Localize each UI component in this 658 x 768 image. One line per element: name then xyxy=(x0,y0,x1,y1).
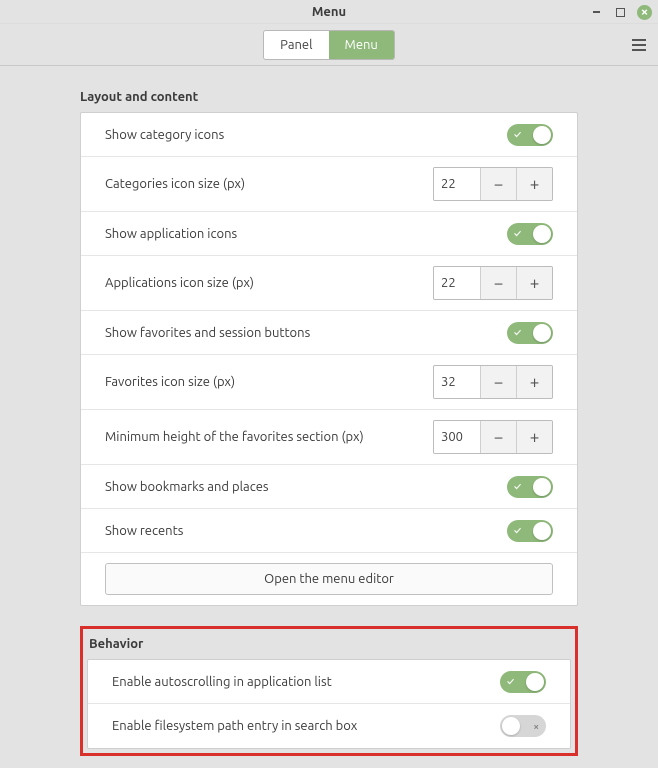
label-filesystem-path: Enable filesystem path entry in search b… xyxy=(112,719,357,733)
increment-button[interactable]: + xyxy=(516,421,552,453)
row-favorites-icon-size: Favorites icon size (px) − + xyxy=(81,355,577,410)
increment-button[interactable]: + xyxy=(516,168,552,200)
decrement-button[interactable]: − xyxy=(480,366,516,398)
layout-heading: Layout and content xyxy=(80,90,578,104)
minimize-button[interactable] xyxy=(589,5,603,19)
titlebar: Menu xyxy=(0,0,658,24)
window-title: Menu xyxy=(312,5,346,19)
row-show-bookmarks: Show bookmarks and places ✓ xyxy=(81,465,577,509)
label-favorites-icon-size: Favorites icon size (px) xyxy=(105,375,235,389)
toggle-autoscrolling[interactable]: ✓ xyxy=(500,671,546,693)
content: Layout and content Show category icons ✓… xyxy=(0,66,658,768)
label-show-category-icons: Show category icons xyxy=(105,128,224,142)
toggle-filesystem-path[interactable]: × xyxy=(500,715,546,737)
spinner-min-height-favorites: − + xyxy=(433,420,553,454)
toggle-show-recents[interactable]: ✓ xyxy=(507,520,553,542)
check-icon: ✓ xyxy=(514,525,521,536)
toggle-show-application-icons[interactable]: ✓ xyxy=(507,223,553,245)
spinner-favorites-icon-size: − + xyxy=(433,365,553,399)
row-show-application-icons: Show application icons ✓ xyxy=(81,212,577,256)
decrement-button[interactable]: − xyxy=(480,421,516,453)
open-menu-editor-button[interactable]: Open the menu editor xyxy=(105,563,553,595)
row-filesystem-path: Enable filesystem path entry in search b… xyxy=(88,704,570,748)
tab-menu[interactable]: Menu xyxy=(329,31,394,59)
label-show-recents: Show recents xyxy=(105,524,183,538)
input-categories-icon-size[interactable] xyxy=(434,168,480,200)
label-autoscrolling: Enable autoscrolling in application list xyxy=(112,675,332,689)
label-show-bookmarks: Show bookmarks and places xyxy=(105,480,269,494)
spinner-applications-icon-size: − + xyxy=(433,266,553,300)
check-icon: ✓ xyxy=(514,228,521,239)
toggle-show-category-icons[interactable]: ✓ xyxy=(507,124,553,146)
row-min-height-favorites: Minimum height of the favorites section … xyxy=(81,410,577,465)
label-applications-icon-size: Applications icon size (px) xyxy=(105,276,254,290)
increment-button[interactable]: + xyxy=(516,366,552,398)
toggle-show-bookmarks[interactable]: ✓ xyxy=(507,476,553,498)
toggle-show-favorites[interactable]: ✓ xyxy=(507,322,553,344)
increment-button[interactable]: + xyxy=(516,267,552,299)
close-button[interactable] xyxy=(637,5,652,20)
decrement-button[interactable]: − xyxy=(480,267,516,299)
row-show-favorites: Show favorites and session buttons ✓ xyxy=(81,311,577,355)
label-show-favorites: Show favorites and session buttons xyxy=(105,326,310,340)
behavior-section-highlighted: Behavior Enable autoscrolling in applica… xyxy=(80,626,578,756)
check-icon: ✓ xyxy=(507,676,514,687)
decrement-button[interactable]: − xyxy=(480,168,516,200)
x-icon: × xyxy=(533,721,539,732)
tab-group: Panel Menu xyxy=(263,30,395,60)
label-categories-icon-size: Categories icon size (px) xyxy=(105,177,245,191)
input-applications-icon-size[interactable] xyxy=(434,267,480,299)
row-show-recents: Show recents ✓ xyxy=(81,509,577,553)
titlebar-controls xyxy=(589,0,652,24)
row-applications-icon-size: Applications icon size (px) − + xyxy=(81,256,577,311)
row-show-category-icons: Show category icons ✓ xyxy=(81,113,577,157)
hamburger-menu-icon[interactable] xyxy=(632,39,646,51)
row-open-menu-editor: Open the menu editor xyxy=(81,553,577,605)
input-favorites-icon-size[interactable] xyxy=(434,366,480,398)
behavior-heading: Behavior xyxy=(89,637,571,651)
toolbar: Panel Menu xyxy=(0,24,658,66)
label-min-height-favorites: Minimum height of the favorites section … xyxy=(105,430,364,444)
spinner-categories-icon-size: − + xyxy=(433,167,553,201)
label-show-application-icons: Show application icons xyxy=(105,227,237,241)
maximize-button[interactable] xyxy=(613,5,627,19)
input-min-height-favorites[interactable] xyxy=(434,421,480,453)
check-icon: ✓ xyxy=(514,129,521,140)
row-autoscrolling: Enable autoscrolling in application list… xyxy=(88,660,570,704)
check-icon: ✓ xyxy=(514,327,521,338)
behavior-panel: Enable autoscrolling in application list… xyxy=(87,659,571,749)
row-categories-icon-size: Categories icon size (px) − + xyxy=(81,157,577,212)
layout-panel: Show category icons ✓ Categories icon si… xyxy=(80,112,578,606)
tab-panel[interactable]: Panel xyxy=(264,31,328,59)
check-icon: ✓ xyxy=(514,481,521,492)
